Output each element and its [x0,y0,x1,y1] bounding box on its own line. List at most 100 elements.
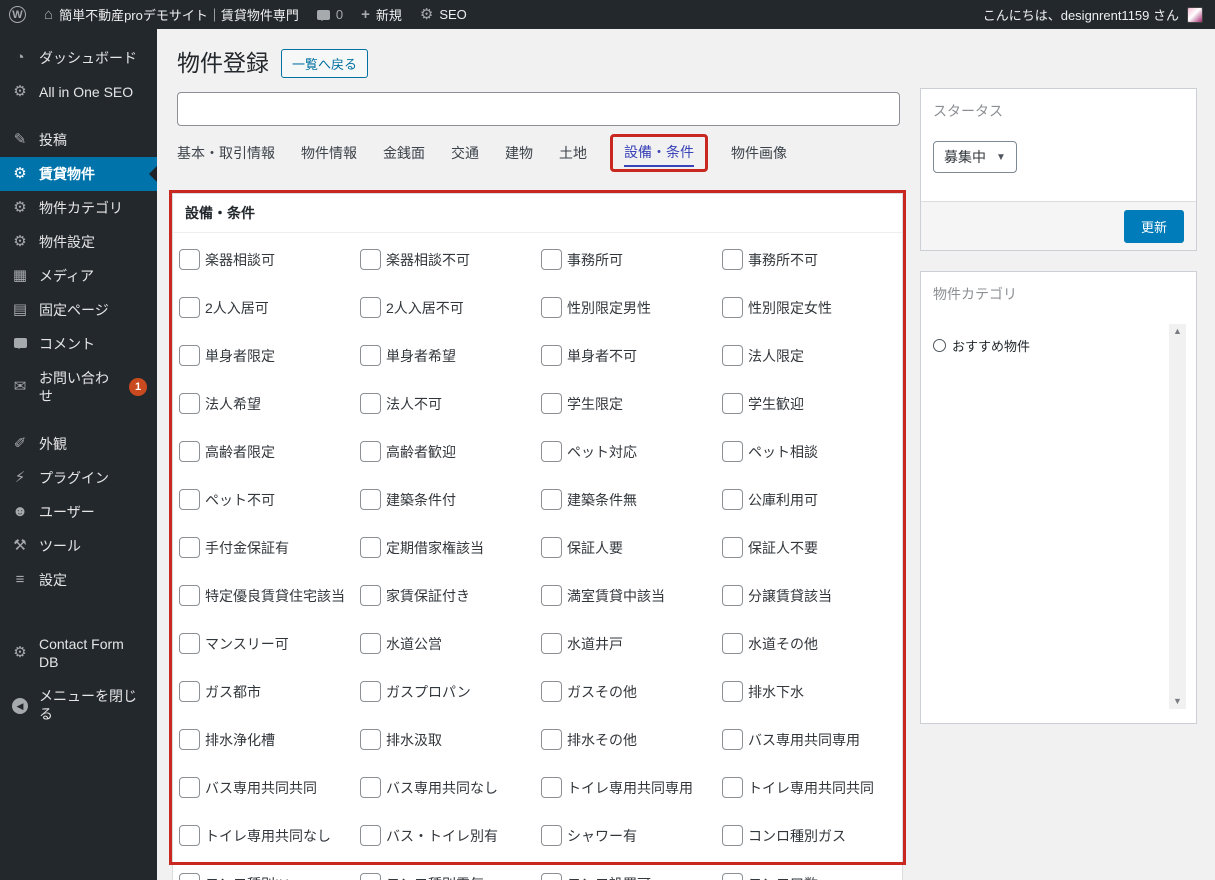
tab-property-info[interactable]: 物件情報 [301,137,357,169]
sidebar-item-contact[interactable]: ✉ お問い合わせ 1 [0,361,157,413]
checkbox[interactable] [179,825,200,846]
equipment-checkbox-item[interactable]: 法人限定 [722,345,903,366]
checkbox[interactable] [179,441,200,462]
tab-property-images[interactable]: 物件画像 [731,137,787,169]
equipment-checkbox-item[interactable]: マンスリー可 [179,633,360,654]
equipment-checkbox-item[interactable]: 高齢者歓迎 [360,441,541,462]
tab-land[interactable]: 土地 [559,137,587,169]
checkbox[interactable] [541,633,562,654]
category-radio-item[interactable]: おすすめ物件 [921,316,1196,375]
checkbox[interactable] [722,825,743,846]
tab-money[interactable]: 金銭面 [383,137,425,169]
checkbox[interactable] [360,585,381,606]
checkbox[interactable] [179,729,200,750]
equipment-checkbox-item[interactable]: 水道公営 [360,633,541,654]
site-link[interactable]: ⌂ 簡単不動産proデモサイト｜賃貸物件専門 [35,0,308,29]
equipment-checkbox-item[interactable]: ガスその他 [541,681,722,702]
checkbox[interactable] [722,297,743,318]
equipment-checkbox-item[interactable]: 2人入居不可 [360,297,541,318]
sidebar-item-property-category[interactable]: ⚙ 物件カテゴリ [0,191,157,225]
checkbox[interactable] [179,681,200,702]
radio-button[interactable] [933,339,946,352]
equipment-checkbox-item[interactable]: コンロ種別IH [179,873,360,880]
checkbox[interactable] [722,537,743,558]
checkbox[interactable] [722,777,743,798]
equipment-checkbox-item[interactable]: 法人希望 [179,393,360,414]
sidebar-item-posts[interactable]: ✎ 投稿 [0,123,157,157]
checkbox[interactable] [541,537,562,558]
equipment-checkbox-item[interactable]: 建築条件付 [360,489,541,510]
scroll-down-icon[interactable]: ▼ [1173,697,1182,706]
checkbox[interactable] [541,441,562,462]
equipment-checkbox-item[interactable]: 排水その他 [541,729,722,750]
equipment-checkbox-item[interactable]: 排水浄化槽 [179,729,360,750]
equipment-checkbox-item[interactable]: バス・トイレ別有 [360,825,541,846]
sidebar-item-collapse-menu[interactable]: ◀ メニューを閉じる [0,679,157,731]
checkbox[interactable] [179,633,200,654]
checkbox[interactable] [360,297,381,318]
equipment-checkbox-item[interactable]: 保証人不要 [722,537,903,558]
sidebar-item-users[interactable]: ☻ ユーザー [0,495,157,529]
checkbox[interactable] [179,873,200,880]
sidebar-item-settings[interactable]: ≡ 設定 [0,563,157,597]
equipment-checkbox-item[interactable]: ガス都市 [179,681,360,702]
equipment-checkbox-item[interactable]: バス専用共同専用 [722,729,903,750]
equipment-checkbox-item[interactable]: トイレ専用共同専用 [541,777,722,798]
checkbox[interactable] [179,297,200,318]
equipment-checkbox-item[interactable]: ペット対応 [541,441,722,462]
equipment-checkbox-item[interactable]: 事務所不可 [722,249,903,270]
checkbox[interactable] [722,585,743,606]
checkbox[interactable] [541,825,562,846]
checkbox[interactable] [541,729,562,750]
checkbox[interactable] [541,489,562,510]
equipment-checkbox-item[interactable]: 定期借家権該当 [360,537,541,558]
equipment-checkbox-item[interactable]: 2人入居可 [179,297,360,318]
checkbox[interactable] [360,777,381,798]
sidebar-item-property-settings[interactable]: ⚙ 物件設定 [0,225,157,259]
equipment-checkbox-item[interactable]: 保証人要 [541,537,722,558]
checkbox[interactable] [722,345,743,366]
sidebar-item-comments[interactable]: コメント [0,327,157,361]
sidebar-item-plugins[interactable]: ⚡ プラグイン [0,461,157,495]
checkbox[interactable] [360,345,381,366]
seo-menu[interactable]: ⚙ SEO [411,0,476,29]
equipment-checkbox-item[interactable]: ペット不可 [179,489,360,510]
checkbox[interactable] [360,681,381,702]
equipment-checkbox-item[interactable]: バス専用共同共同 [179,777,360,798]
scrollbar[interactable]: ▲ ▼ [1169,324,1186,709]
checkbox[interactable] [722,489,743,510]
tab-basic-transaction[interactable]: 基本・取引情報 [177,137,275,169]
equipment-checkbox-item[interactable]: 特定優良賃貸住宅該当 [179,585,360,606]
checkbox[interactable] [360,393,381,414]
equipment-checkbox-item[interactable]: 性別限定女性 [722,297,903,318]
equipment-checkbox-item[interactable]: 高齢者限定 [179,441,360,462]
checkbox[interactable] [360,633,381,654]
equipment-checkbox-item[interactable]: 水道その他 [722,633,903,654]
checkbox[interactable] [360,537,381,558]
checkbox[interactable] [541,681,562,702]
equipment-checkbox-item[interactable]: トイレ専用共同共同 [722,777,903,798]
checkbox[interactable] [541,393,562,414]
wordpress-menu[interactable]: W [0,0,35,29]
tab-equipment-conditions[interactable]: 設備・条件 [624,138,694,167]
property-title-input[interactable] [177,92,900,126]
checkbox[interactable] [179,585,200,606]
checkbox[interactable] [541,585,562,606]
equipment-checkbox-item[interactable]: 楽器相談不可 [360,249,541,270]
checkbox[interactable] [179,489,200,510]
checkbox[interactable] [722,729,743,750]
equipment-checkbox-item[interactable]: トイレ専用共同なし [179,825,360,846]
sidebar-item-contact-form-db[interactable]: ⚙ Contact Form DB [0,627,157,679]
scroll-up-icon[interactable]: ▲ [1173,327,1182,336]
checkbox[interactable] [360,441,381,462]
equipment-checkbox-item[interactable]: バス専用共同なし [360,777,541,798]
checkbox[interactable] [360,729,381,750]
equipment-checkbox-item[interactable]: 法人不可 [360,393,541,414]
equipment-checkbox-item[interactable]: 単身者限定 [179,345,360,366]
checkbox[interactable] [541,297,562,318]
checkbox[interactable] [360,825,381,846]
checkbox[interactable] [541,249,562,270]
checkbox[interactable] [541,345,562,366]
sidebar-item-pages[interactable]: ▤ 固定ページ [0,293,157,327]
checkbox[interactable] [179,777,200,798]
